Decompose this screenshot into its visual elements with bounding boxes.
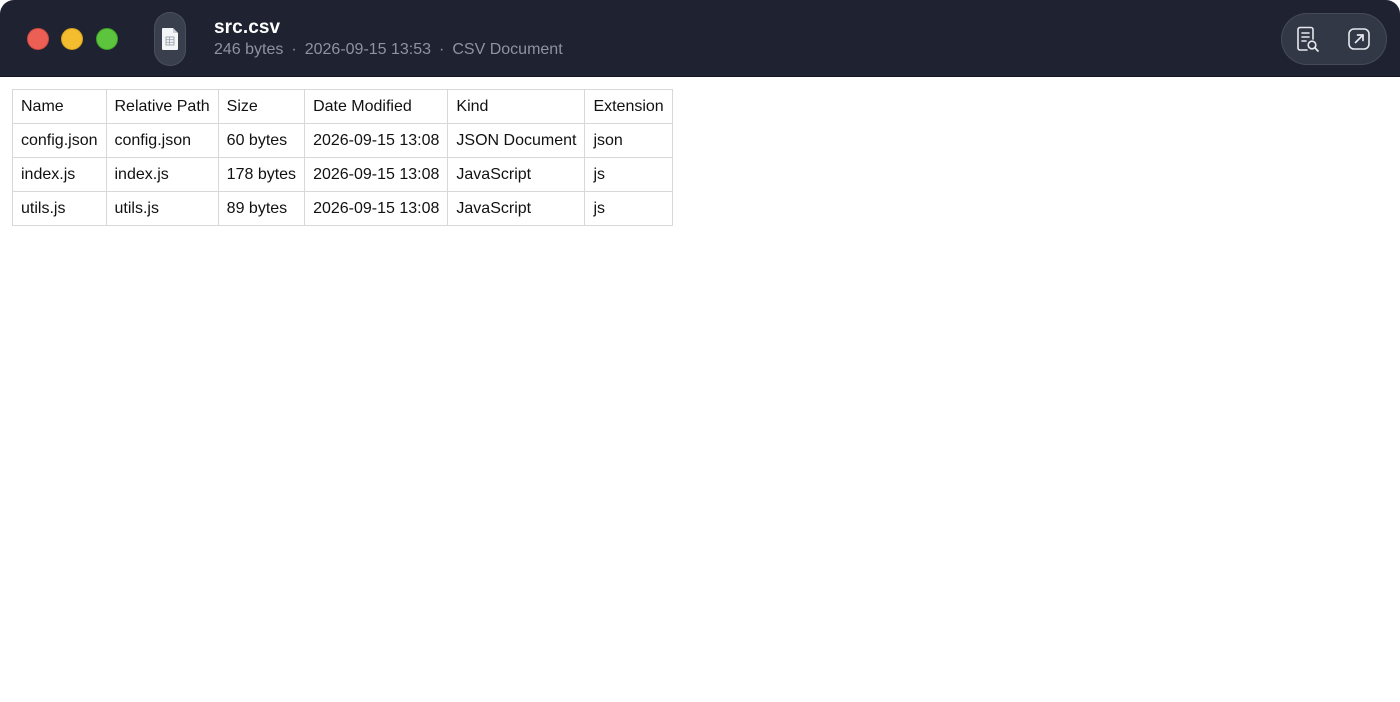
file-size: 246 bytes: [214, 41, 284, 58]
column-header-kind: Kind: [447, 89, 586, 124]
quicklook-button[interactable]: [1293, 24, 1323, 54]
column-header-date-modified: Date Modified: [304, 89, 449, 124]
csv-table: Name Relative Path Size Date Modified Ki…: [12, 89, 673, 226]
file-title: src.csv: [214, 17, 281, 38]
column-header-relative-path: Relative Path: [105, 89, 219, 124]
cell-date-modified: 2026-09-15 13:08: [304, 123, 449, 158]
cell-kind: JavaScript: [447, 191, 586, 226]
minimize-button[interactable]: [61, 28, 83, 50]
column-header-extension: Extension: [584, 89, 673, 124]
cell-relative-path: utils.js: [105, 191, 219, 226]
cell-extension: js: [584, 191, 673, 226]
close-button[interactable]: [27, 28, 49, 50]
cell-size: 89 bytes: [217, 191, 306, 226]
cell-kind: JavaScript: [447, 157, 586, 192]
file-kind: CSV Document: [452, 41, 563, 58]
meta-separator: ·: [291, 41, 297, 58]
cell-size: 178 bytes: [217, 157, 306, 192]
cell-name: index.js: [12, 157, 107, 192]
cell-extension: json: [584, 123, 673, 158]
column-header-name: Name: [12, 89, 107, 124]
spreadsheet-file-icon: [154, 12, 186, 66]
zoom-button[interactable]: [96, 28, 118, 50]
open-external-button[interactable]: [1344, 24, 1374, 54]
file-meta: 246 bytes · 2026-09-15 13:53 · CSV Document: [214, 41, 563, 59]
cell-relative-path: index.js: [105, 157, 219, 192]
column-header-size: Size: [217, 89, 306, 124]
meta-separator: ·: [439, 41, 445, 58]
csv-preview-area[interactable]: Name Relative Path Size Date Modified Ki…: [0, 77, 1400, 702]
file-modified-date: 2026-09-15 13:53: [304, 41, 432, 58]
table-row: index.js index.js 178 bytes 2026-09-15 1…: [12, 157, 673, 192]
cell-relative-path: config.json: [105, 123, 219, 158]
title-bar[interactable]: src.csv 246 bytes · 2026-09-15 13:53 · CSV D…: [0, 0, 1400, 77]
cell-name: config.json: [12, 123, 107, 158]
cell-kind: JSON Document: [447, 123, 586, 158]
open-external-icon: [1348, 28, 1370, 50]
cell-date-modified: 2026-09-15 13:08: [304, 157, 449, 192]
toolbar-button-group: [1281, 13, 1387, 65]
document-search-icon: [1297, 26, 1319, 52]
cell-size: 60 bytes: [217, 123, 306, 158]
quicklook-window: src.csv 246 bytes · 2026-09-15 13:53 · CSV D…: [0, 0, 1400, 702]
cell-date-modified: 2026-09-15 13:08: [304, 191, 449, 226]
table-header-row: Name Relative Path Size Date Modified Ki…: [12, 89, 673, 124]
table-row: utils.js utils.js 89 bytes 2026-09-15 13…: [12, 191, 673, 226]
table-row: config.json config.json 60 bytes 2026-09…: [12, 123, 673, 158]
cell-name: utils.js: [12, 191, 107, 226]
cell-extension: js: [584, 157, 673, 192]
